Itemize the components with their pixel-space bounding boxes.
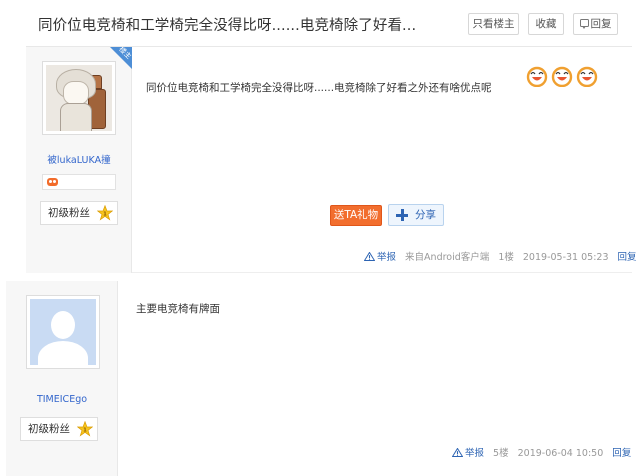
level-badge[interactable]: 初级粉丝 1	[20, 417, 98, 441]
post-divider	[0, 273, 640, 279]
level-title: 初级粉丝	[48, 207, 90, 219]
author-sidebar: TIMEICEgo 初级粉丝 1	[6, 281, 118, 476]
report-label: 举报	[377, 252, 397, 263]
plus-icon	[396, 209, 408, 221]
post-meta: 举报 来自Android客户端 1楼 2019-05-31 05:23 回复	[364, 249, 637, 263]
level-badge[interactable]: 初级粉丝 1	[40, 201, 118, 225]
share-button-label: 分享	[415, 209, 436, 221]
only-author-button[interactable]: 只看楼主	[468, 13, 519, 35]
post-content: 同价位电竞椅和工学椅完全没得比呀......电竞椅除了好看之外还有啥优点呢	[146, 82, 492, 94]
post-time: 2019-05-31 05:23	[522, 252, 609, 263]
post-floor-5: TIMEICEgo 初级粉丝 1 主要电竞椅有牌面 举报 5楼 2019-06-…	[0, 273, 640, 476]
star-level-icon: 1	[97, 205, 113, 221]
avatar[interactable]	[26, 295, 100, 369]
author-sidebar: 楼主 被lukaLUKA撞 初级粉丝 1	[26, 47, 132, 273]
level-title: 初级粉丝	[28, 423, 70, 435]
laughing-face-icon	[551, 66, 573, 87]
level-number: 1	[83, 428, 87, 434]
report-link[interactable]: 举报	[452, 445, 484, 459]
share-button[interactable]: 分享	[388, 204, 444, 226]
level-number: 1	[103, 212, 107, 218]
star-level-icon: 1	[77, 421, 93, 437]
floor-number: 5楼	[493, 448, 509, 459]
post-meta: 举报 5楼 2019-06-04 10:50 回复	[452, 445, 631, 459]
thread-title: 同价位电竞椅和工学椅完全没得比呀......电竞椅除了好看...	[38, 18, 417, 34]
thread-header: 同价位电竞椅和工学椅完全没得比呀......电竞椅除了好看... 只看楼主 收藏…	[26, 0, 632, 47]
username[interactable]: 被lukaLUKA撞	[26, 152, 132, 166]
laughing-face-icon	[526, 66, 548, 87]
reply-link[interactable]: 回复	[618, 249, 637, 263]
gamepad-medal-icon	[47, 178, 58, 186]
laughing-face-icon	[576, 66, 598, 87]
chat-bubble-icon	[580, 19, 589, 29]
report-label: 举报	[465, 448, 485, 459]
floor-number: 1楼	[498, 252, 514, 263]
thread-starter-badge: 楼主	[110, 47, 132, 69]
username[interactable]: TIMEICEgo	[6, 394, 118, 405]
post-content: 主要电竞椅有牌面	[136, 303, 220, 315]
post-floor-1: 楼主 被lukaLUKA撞 初级粉丝 1 同价位电竞椅和工学椅完全没得比呀...…	[26, 47, 637, 273]
post-source: 来自Android客户端	[405, 252, 490, 263]
medal-box	[42, 174, 116, 190]
avatar-image	[46, 65, 112, 131]
default-avatar-icon	[30, 299, 96, 365]
emoticon-group	[526, 65, 600, 89]
reply-button[interactable]: 回复	[573, 13, 618, 35]
favorite-button[interactable]: 收藏	[528, 13, 564, 35]
reply-link[interactable]: 回复	[612, 445, 631, 459]
post-time: 2019-06-04 10:50	[517, 448, 604, 459]
avatar[interactable]	[42, 61, 116, 135]
warning-icon	[452, 448, 463, 457]
report-link[interactable]: 举报	[364, 249, 396, 263]
warning-icon	[364, 252, 375, 261]
reply-button-label: 回复	[590, 18, 612, 30]
send-gift-button[interactable]: 送TA礼物	[330, 205, 382, 226]
